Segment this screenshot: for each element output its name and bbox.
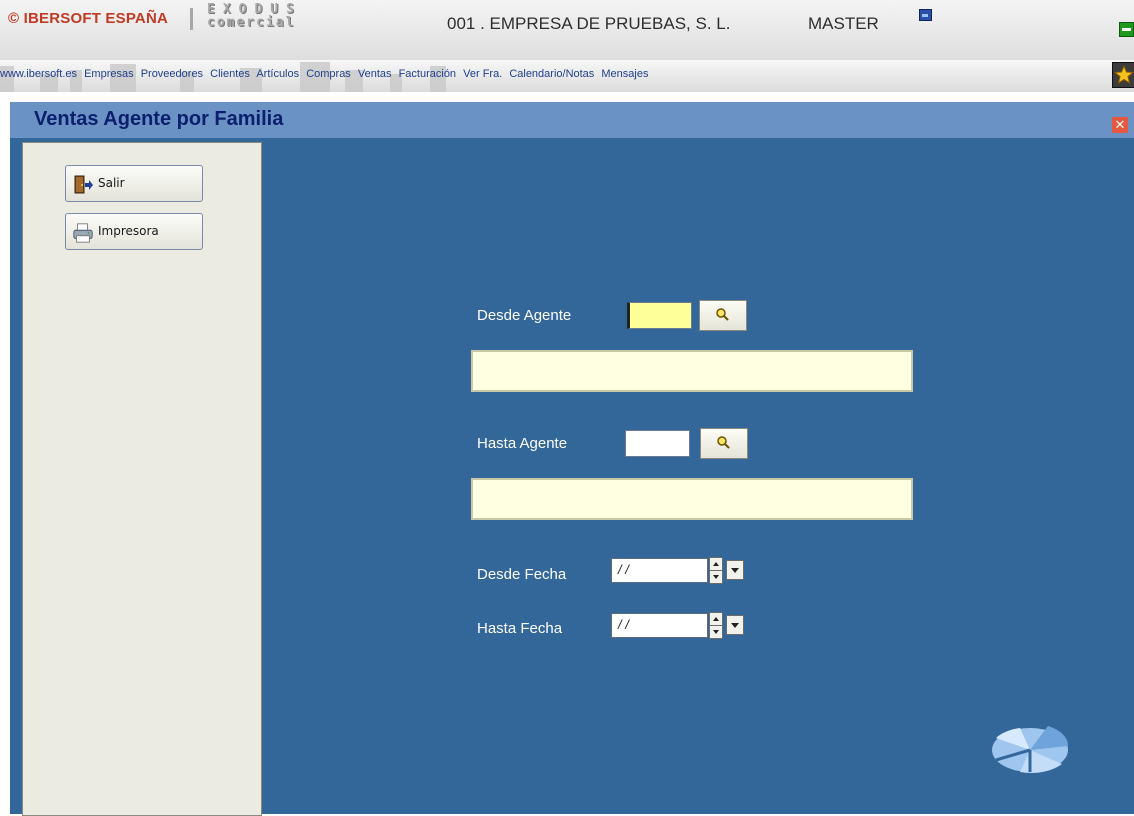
- menu-item-calendario-notas[interactable]: Calendario/Notas: [509, 68, 594, 80]
- menu-item-proveedores[interactable]: Proveedores: [141, 68, 203, 80]
- hasta-fecha-input[interactable]: / /: [611, 613, 708, 638]
- hasta-fecha-label: Hasta Fecha: [477, 620, 563, 637]
- menu-item-ventas[interactable]: Ventas: [358, 68, 392, 80]
- impresora-label: Impresora: [98, 224, 159, 238]
- app-header: © IBERSOFT ESPAÑA EXODUS comercial 001 .…: [0, 0, 1134, 60]
- hasta-agente-code-input[interactable]: [625, 430, 690, 457]
- salir-label: Salir: [98, 176, 125, 190]
- desde-fecha-input[interactable]: / /: [611, 558, 708, 583]
- menu-item-mensajes[interactable]: Mensajes: [601, 68, 648, 80]
- menu-item-facturacion[interactable]: Facturación: [399, 68, 456, 80]
- menu-item-ver-fra[interactable]: Ver Fra.: [463, 68, 502, 80]
- exit-door-icon: [74, 175, 93, 194]
- search-icon: [717, 436, 730, 449]
- impresora-button[interactable]: Impresora: [65, 213, 203, 250]
- brand-name: © IBERSOFT ESPAÑA: [8, 10, 169, 27]
- hasta-agente-label: Hasta Agente: [477, 435, 568, 452]
- menu-item-empresas[interactable]: Empresas: [84, 68, 134, 80]
- hasta-agente-search-button[interactable]: [700, 428, 748, 459]
- desde-agente-label: Desde Agente: [477, 307, 572, 324]
- hasta-fecha-dropdown-icon[interactable]: [726, 615, 744, 635]
- hasta-agente-name-field[interactable]: [471, 478, 913, 520]
- user-icon[interactable]: [919, 9, 932, 21]
- exodus-logo-icon: [992, 726, 1069, 774]
- user-name: MASTER: [808, 14, 879, 33]
- menu-item-articulos[interactable]: Artículos: [256, 68, 299, 80]
- menu-item-clientes[interactable]: Clientes: [210, 68, 250, 80]
- desde-fecha-spinner[interactable]: [709, 557, 723, 584]
- desde-agente-search-button[interactable]: [699, 300, 747, 331]
- desde-agente-code-input[interactable]: [627, 302, 692, 329]
- window-title: Ventas Agente por Familia: [34, 108, 284, 130]
- menu-bar: www.ibersoft.es Empresas Proveedores Cli…: [0, 60, 1134, 92]
- product-name-line2: comercial: [207, 15, 296, 30]
- window-title-bar: Ventas Agente por Familia: [10, 102, 1134, 138]
- product-logo: EXODUS comercial: [207, 3, 302, 29]
- desde-fecha-label: Desde Fecha: [477, 566, 567, 583]
- desde-agente-name-field[interactable]: [471, 350, 913, 392]
- star-icon: [1113, 64, 1134, 85]
- salir-button[interactable]: Salir: [65, 165, 203, 202]
- desde-fecha-dropdown-icon[interactable]: [726, 560, 744, 580]
- menu-item-compras[interactable]: Compras: [306, 68, 351, 80]
- menu-items: www.ibersoft.es Empresas Proveedores Cli…: [0, 68, 652, 80]
- printer-icon: [73, 223, 93, 243]
- favorites-star-icon[interactable]: [1112, 62, 1134, 88]
- menu-item-website[interactable]: www.ibersoft.es: [0, 68, 77, 80]
- minimize-icon[interactable]: [1119, 22, 1134, 37]
- close-icon[interactable]: ✕: [1112, 117, 1128, 133]
- brand-divider: [190, 8, 193, 30]
- company-name: 001 . EMPRESA DE PRUEBAS, S. L.: [447, 14, 731, 33]
- hasta-fecha-spinner[interactable]: [709, 612, 723, 639]
- search-icon: [716, 308, 729, 321]
